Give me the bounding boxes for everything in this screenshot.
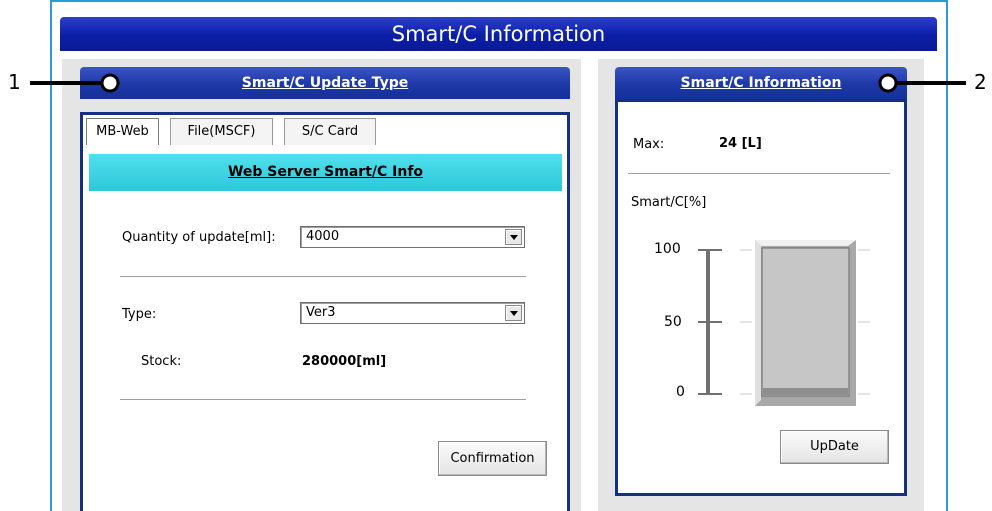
gauge-tank: [761, 247, 850, 397]
gauge-tick-label-50: 50: [664, 314, 682, 330]
callout-label-1: 1: [8, 70, 21, 94]
gauge-fill: [763, 388, 848, 395]
callout-marker-2: [878, 73, 898, 93]
gauge-tick-label-0: 0: [676, 384, 685, 400]
callout-label-2: 2: [974, 70, 987, 94]
callout-marker-1: [100, 73, 120, 93]
gauge-tick-label-100: 100: [654, 241, 681, 257]
update-button[interactable]: UpDate: [780, 430, 889, 464]
